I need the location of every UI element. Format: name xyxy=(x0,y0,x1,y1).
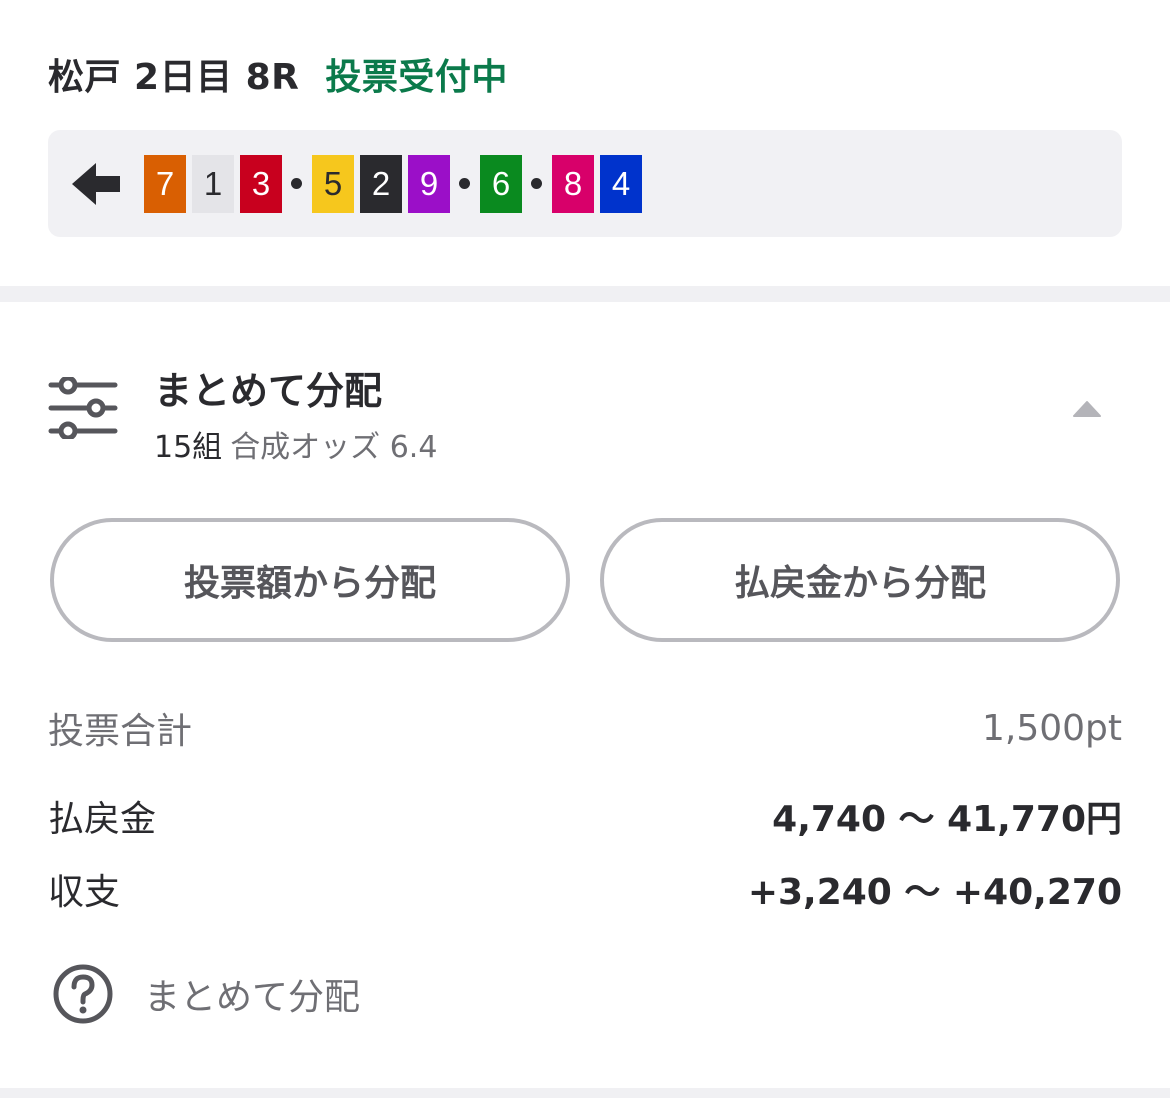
group-separator-dot xyxy=(286,178,306,189)
help-link[interactable]: まとめて分配 xyxy=(52,964,360,1024)
payout-value: 4,740 〜 41,770円 xyxy=(772,799,1122,840)
arrow-left-icon[interactable] xyxy=(70,161,122,207)
bike-number-chip: 5 xyxy=(312,154,354,213)
combination-count: 15組 xyxy=(154,430,223,465)
race-header: 松戸 2日目 8R 投票受付中 xyxy=(48,46,508,102)
section-divider-bottom xyxy=(0,1088,1170,1098)
bike-number-chip: 1 xyxy=(192,154,234,213)
bike-number-chip: 4 xyxy=(600,154,642,213)
group-separator-dot xyxy=(454,178,474,189)
bet-total-row: 投票合計 1,500pt xyxy=(48,703,1122,753)
race-status: 投票受付中 xyxy=(325,57,508,98)
distribution-summary: 15組 合成オッズ 6.4 xyxy=(154,422,437,466)
distribution-title: まとめて分配 xyxy=(154,369,383,413)
payout-row: 払戻金 4,740 〜 41,770円 xyxy=(48,791,1122,841)
balance-label: 収支 xyxy=(48,872,121,913)
bike-number-chip: 6 xyxy=(480,154,522,213)
bike-number-chip: 3 xyxy=(240,154,282,213)
bike-number-chip: 2 xyxy=(360,154,402,213)
section-divider xyxy=(0,286,1170,302)
combined-odds: 合成オッズ 6.4 xyxy=(230,430,438,465)
bet-combination-box: 713529684 xyxy=(48,130,1122,237)
page: 松戸 2日目 8R 投票受付中 713529684 まとめて分配 15組 合成オッ… xyxy=(0,0,1170,1098)
bet-total-value: 1,500pt xyxy=(981,707,1122,749)
group-separator-dot xyxy=(526,178,546,189)
combination-chips: 713529684 xyxy=(144,154,648,213)
distribution-header[interactable]: まとめて分配 15組 合成オッズ 6.4 xyxy=(48,352,1122,465)
balance-row: 収支 +3,240 〜 +40,270 xyxy=(48,864,1122,914)
bike-number-chip: 7 xyxy=(144,154,186,213)
distribute-by-bet-button[interactable]: 投票額から分配 xyxy=(50,518,570,642)
race-name: 松戸 2日目 8R xyxy=(48,57,300,98)
balance-value: +3,240 〜 +40,270 xyxy=(747,872,1122,913)
bike-number-chip: 9 xyxy=(408,154,450,213)
bike-number-chip: 8 xyxy=(552,154,594,213)
caret-up-icon[interactable] xyxy=(1072,400,1102,418)
question-circle-icon xyxy=(53,964,113,1024)
sliders-icon xyxy=(48,377,118,439)
help-label: まとめて分配 xyxy=(144,977,361,1018)
payout-label: 払戻金 xyxy=(48,799,157,840)
distribute-by-payout-button[interactable]: 払戻金から分配 xyxy=(600,518,1120,642)
bet-total-label: 投票合計 xyxy=(48,711,193,752)
